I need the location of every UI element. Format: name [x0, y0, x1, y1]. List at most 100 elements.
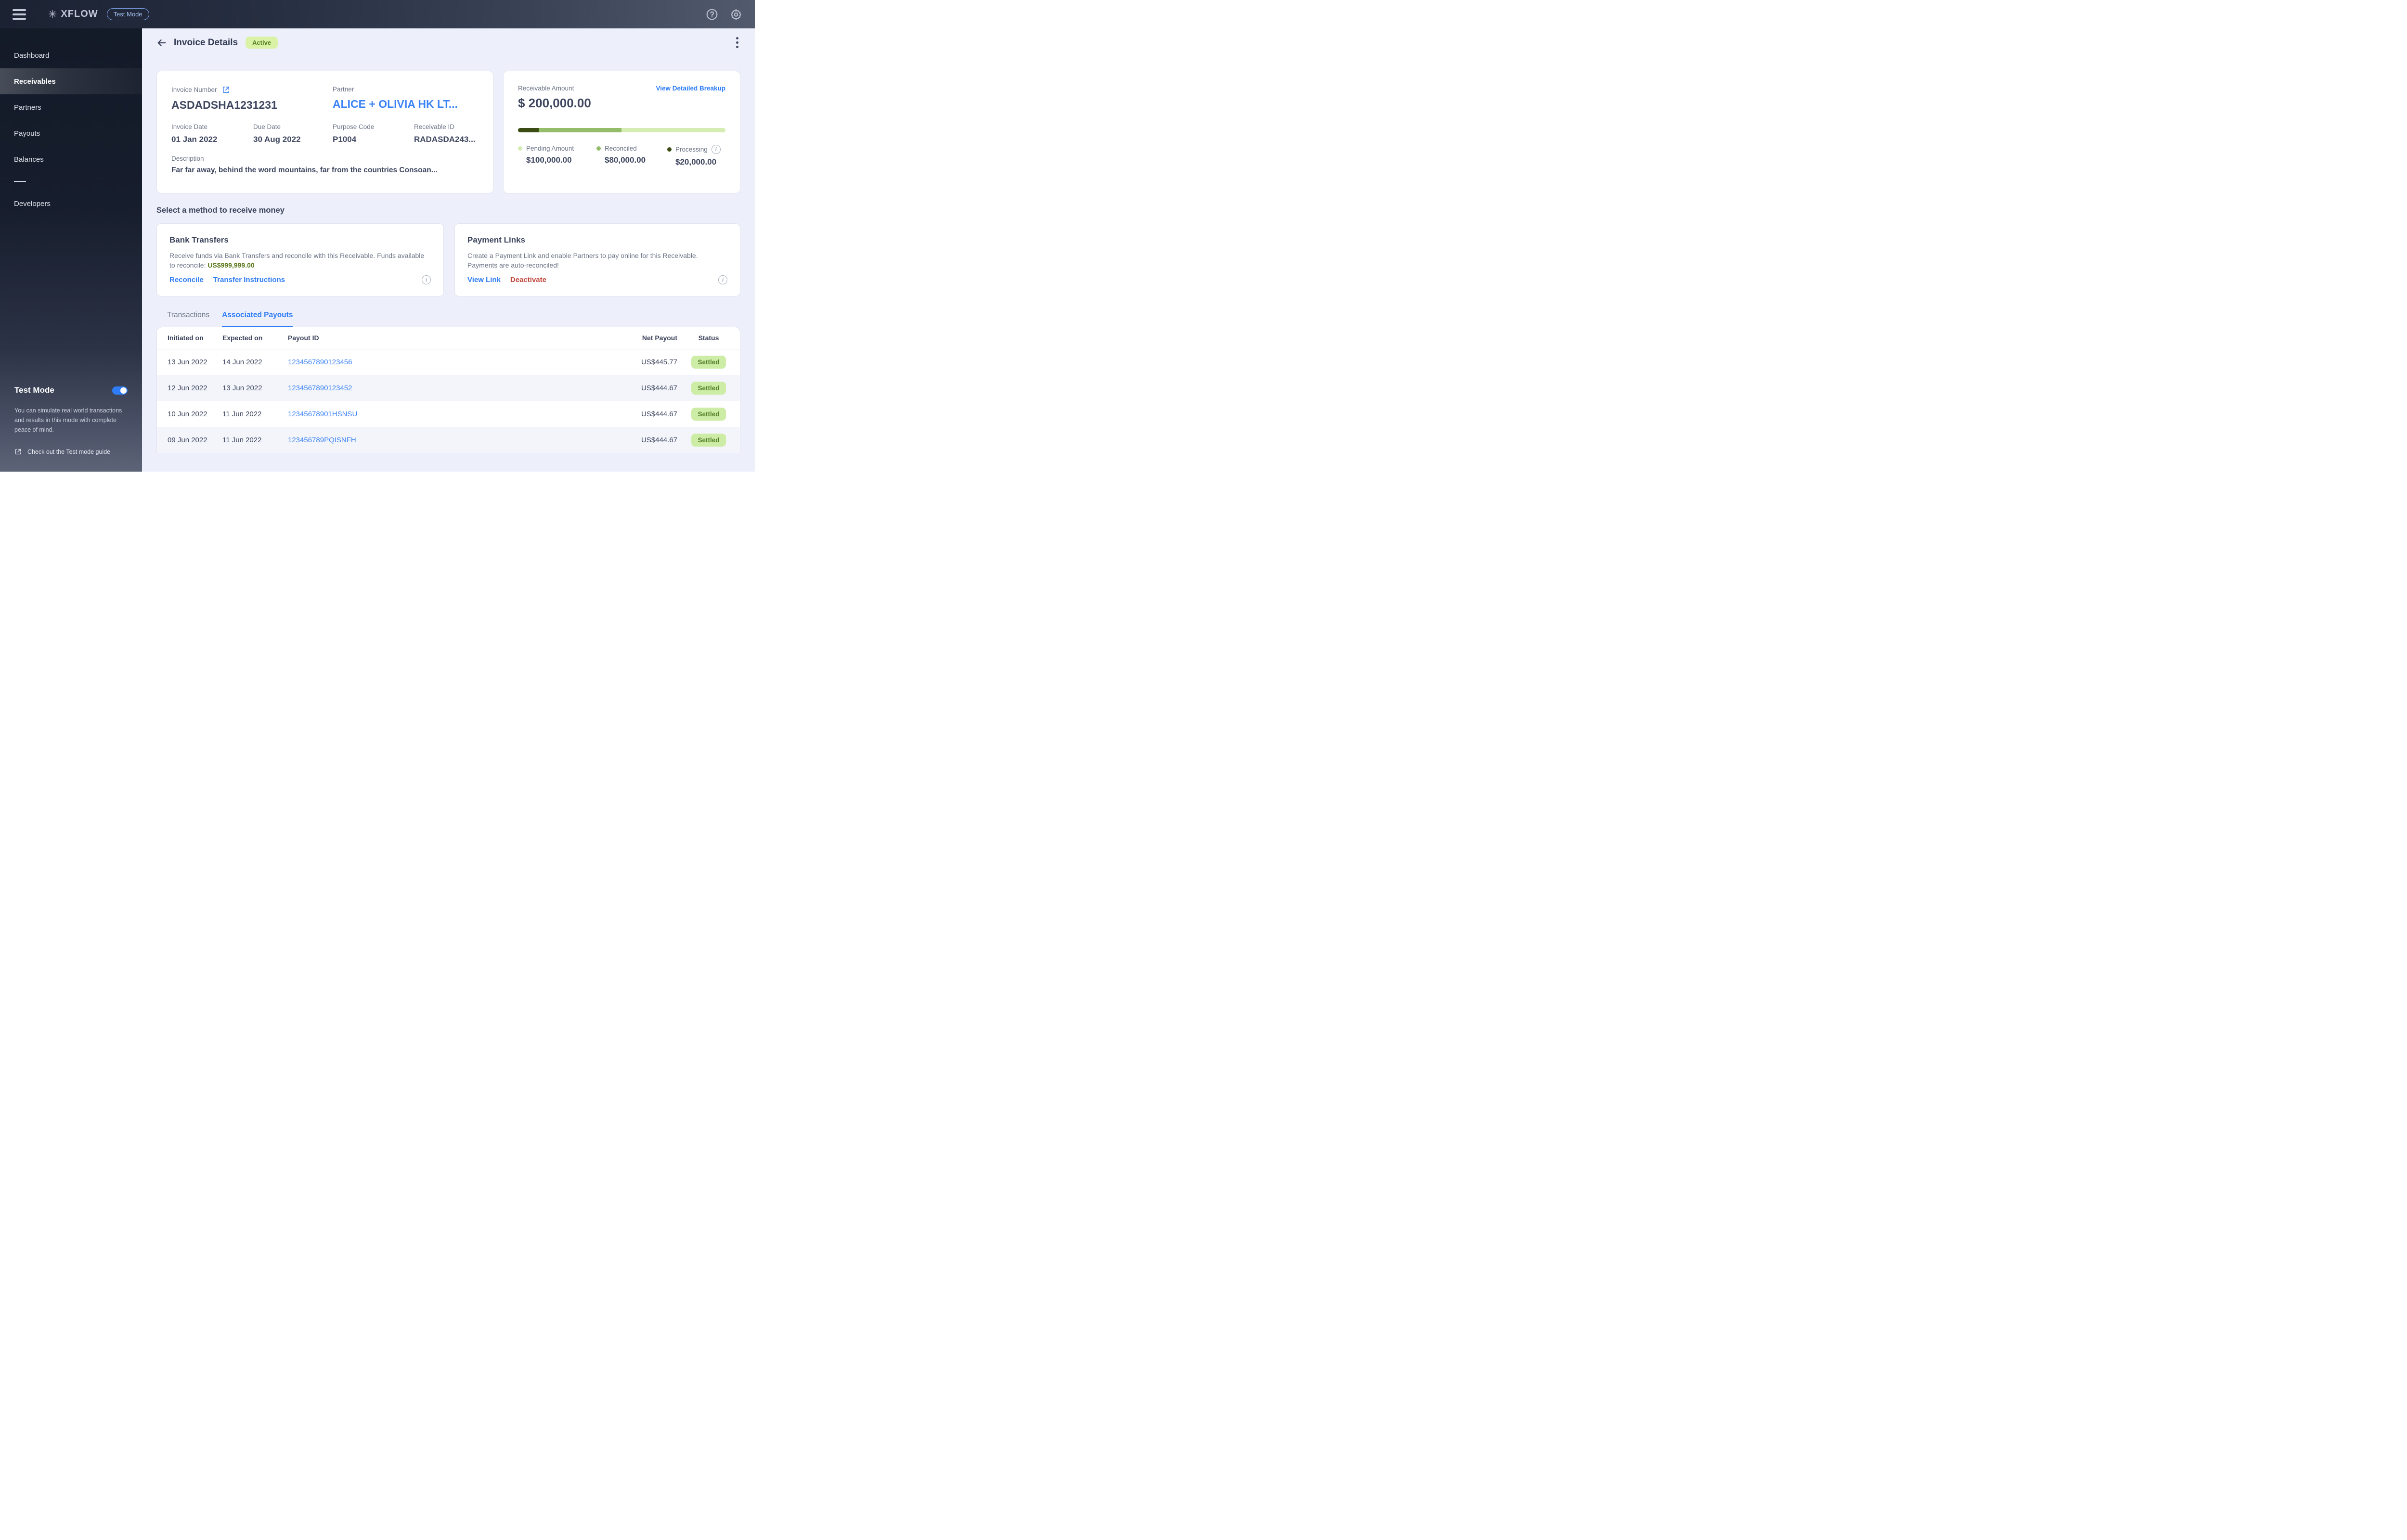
content-area: Invoice Number ASDADSHA1231231 Partner A…	[142, 57, 755, 472]
table-row: 13 Jun 2022 14 Jun 2022 1234567890123456…	[157, 349, 740, 375]
test-mode-title: Test Mode	[14, 385, 54, 395]
col-payout-id: Payout ID	[288, 327, 600, 349]
net-payout-cell: US$444.67	[641, 384, 677, 392]
partner-value[interactable]: ALICE + OLIVIA HK LT...	[333, 98, 479, 111]
test-mode-guide-label: Check out the Test mode guide	[27, 448, 111, 455]
expected-on-cell: 13 Jun 2022	[222, 384, 262, 392]
description-label: Description	[171, 155, 204, 162]
sidebar-item-developers[interactable]: Developers	[0, 191, 142, 217]
page-title: Invoice Details	[174, 37, 238, 48]
receivable-id-label: Receivable ID	[414, 123, 455, 130]
view-detailed-breakup-link[interactable]: View Detailed Breakup	[656, 85, 725, 92]
funds-available-amount: US$999,999.00	[207, 261, 255, 270]
status-settled-badge: Settled	[691, 355, 726, 369]
xflow-logo-icon: ✳	[48, 8, 57, 20]
table-row: 12 Jun 2022 13 Jun 2022 1234567890123452…	[157, 375, 740, 401]
progress-segment-reconciled	[539, 128, 622, 132]
transfer-instructions-link[interactable]: Transfer Instructions	[213, 276, 285, 284]
payouts-table-card: Initiated on Expected on Payout ID Net P…	[156, 327, 740, 453]
view-link-button[interactable]: View Link	[467, 276, 501, 284]
expected-on-cell: 11 Jun 2022	[222, 436, 262, 444]
purpose-code-label: Purpose Code	[333, 123, 375, 130]
test-mode-pill: Test Mode	[106, 8, 149, 20]
payout-id-link[interactable]: 1234567890123456	[288, 358, 352, 366]
sidebar-test-mode-panel: Test Mode You can simulate real world tr…	[0, 385, 142, 472]
legend-item-pending: Pending Amount $100,000.00	[518, 145, 596, 167]
sidebar-item-dashboard[interactable]: Dashboard	[0, 42, 142, 68]
status-badge: Active	[246, 37, 278, 49]
pending-dot-icon	[518, 146, 522, 151]
initiated-on-cell: 10 Jun 2022	[168, 410, 207, 418]
bank-transfers-info-icon[interactable]: i	[422, 275, 431, 284]
expected-on-cell: 14 Jun 2022	[222, 358, 262, 366]
sidebar-item-balances[interactable]: Balances	[0, 146, 142, 172]
sidebar-item-payouts[interactable]: Payouts	[0, 120, 142, 146]
status-settled-badge: Settled	[691, 407, 726, 421]
net-payout-cell: US$444.67	[641, 410, 677, 418]
test-mode-toggle[interactable]	[112, 386, 128, 395]
receive-method-heading: Select a method to receive money	[156, 206, 285, 215]
tab-associated-payouts[interactable]: Associated Payouts	[222, 311, 293, 327]
payout-id-link[interactable]: 123456789PQISNFH	[288, 436, 356, 444]
legend-item-processing: Processing i $20,000.00	[667, 145, 725, 167]
due-date-value: 30 Aug 2022	[253, 135, 301, 144]
table-row: 10 Jun 2022 11 Jun 2022 12345678901HSNSU…	[157, 401, 740, 427]
status-settled-badge: Settled	[691, 433, 726, 447]
progress-segment-pending	[621, 128, 725, 132]
status-settled-badge: Settled	[691, 381, 726, 395]
settings-gear-icon[interactable]	[730, 8, 742, 21]
sidebar-item-receivables[interactable]: Receivables	[0, 68, 142, 94]
invoice-number-value: ASDADSHA1231231	[171, 99, 277, 111]
invoice-summary-card: Invoice Number ASDADSHA1231231 Partner A…	[156, 71, 493, 193]
bank-transfers-card: Bank Transfers Receive funds via Bank Tr…	[156, 223, 444, 296]
progress-segment-processing	[518, 128, 539, 132]
processing-info-icon[interactable]: i	[711, 145, 721, 154]
reconcile-link[interactable]: Reconcile	[169, 276, 204, 284]
net-payout-cell: US$444.67	[641, 436, 677, 444]
payout-tabs: Transactions Associated Payouts	[156, 311, 740, 327]
test-mode-description: You can simulate real world transactions…	[14, 407, 122, 433]
due-date-label: Due Date	[253, 123, 281, 130]
invoice-number-label: Invoice Number	[171, 86, 217, 93]
expected-on-cell: 11 Jun 2022	[222, 410, 262, 418]
invoice-date-value: 01 Jan 2022	[171, 135, 218, 144]
partner-label: Partner	[333, 86, 354, 93]
brand-logo: ✳ XFLOW	[48, 9, 98, 20]
back-arrow-icon[interactable]	[156, 38, 167, 48]
pending-label: Pending Amount	[526, 145, 574, 152]
col-net-payout: Net Payout	[600, 327, 677, 349]
table-header-row: Initiated on Expected on Payout ID Net P…	[157, 327, 740, 349]
page-header: Invoice Details Active	[142, 28, 755, 57]
initiated-on-cell: 09 Jun 2022	[168, 436, 207, 444]
receivable-amount-card: Receivable Amount View Detailed Breakup …	[503, 71, 740, 193]
deactivate-link[interactable]: Deactivate	[510, 276, 546, 284]
col-initiated-on: Initiated on	[157, 327, 222, 349]
kebab-menu-icon[interactable]	[734, 35, 740, 50]
help-icon[interactable]	[706, 8, 718, 21]
hamburger-menu-icon[interactable]	[13, 9, 26, 20]
payout-id-link[interactable]: 1234567890123452	[288, 384, 352, 392]
test-mode-guide-link[interactable]: Check out the Test mode guide	[14, 448, 128, 455]
receivable-id-value: RADASDA243...	[414, 135, 476, 144]
payout-id-link[interactable]: 12345678901HSNSU	[288, 410, 357, 418]
receivable-amount-label: Receivable Amount	[518, 85, 574, 92]
sidebar-divider	[14, 181, 26, 182]
processing-label: Processing	[675, 146, 708, 153]
payment-links-title: Payment Links	[467, 235, 525, 244]
app-screen: ✳ XFLOW Test Mode Dashboard Receivables …	[0, 0, 755, 472]
payment-links-description: Create a Payment Link and enable Partner…	[467, 252, 698, 270]
table-row: 09 Jun 2022 11 Jun 2022 123456789PQISNFH…	[157, 427, 740, 453]
bank-transfers-title: Bank Transfers	[169, 235, 229, 244]
payment-links-info-icon[interactable]: i	[718, 275, 727, 284]
sidebar-item-partners[interactable]: Partners	[0, 94, 142, 120]
purpose-code-value: P1004	[333, 135, 357, 144]
brand-name: XFLOW	[61, 9, 98, 19]
tab-transactions[interactable]: Transactions	[167, 311, 209, 327]
processing-value: $20,000.00	[675, 157, 717, 167]
receivable-legend: Pending Amount $100,000.00 Reconciled $8…	[518, 145, 725, 167]
legend-item-reconciled: Reconciled $80,000.00	[596, 145, 667, 167]
receivable-amount-value: $ 200,000.00	[518, 96, 591, 110]
open-invoice-icon[interactable]	[222, 86, 230, 94]
processing-dot-icon	[667, 147, 672, 152]
col-status: Status	[677, 327, 740, 349]
